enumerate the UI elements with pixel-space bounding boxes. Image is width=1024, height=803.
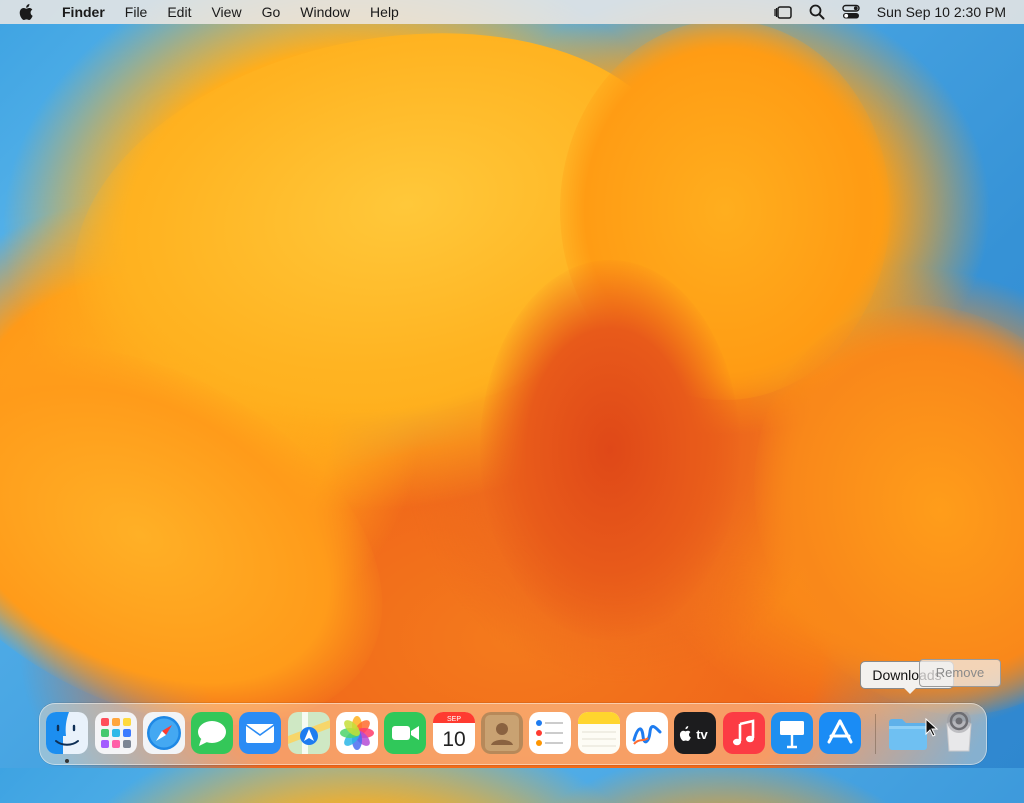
dock-app-facetime[interactable]	[384, 712, 426, 754]
appletv-icon: tv	[674, 712, 716, 754]
mail-icon	[239, 712, 281, 754]
dock-app-appstore[interactable]	[819, 712, 861, 754]
spotlight-search-icon[interactable]	[807, 3, 827, 21]
apple-menu-icon[interactable]	[18, 3, 36, 21]
dock-app-notes[interactable]	[578, 712, 620, 754]
dock-app-safari[interactable]	[143, 712, 185, 754]
wallpaper-petal	[480, 260, 740, 640]
calendar-month: SEP	[447, 716, 461, 723]
dock-app-reminders[interactable]	[529, 712, 571, 754]
menu-view[interactable]: View	[201, 0, 251, 24]
dock-app-launchpad[interactable]	[95, 712, 137, 754]
maps-icon	[288, 712, 330, 754]
freeform-icon	[626, 712, 668, 754]
finder-running-indicator	[65, 759, 69, 763]
dock-app-freeform[interactable]	[626, 712, 668, 754]
dock-app-calendar[interactable]: SEP 10	[433, 712, 475, 754]
remove-from-dock-button[interactable]: Remove	[919, 659, 1001, 687]
wallpaper-petal	[560, 20, 890, 400]
dock-app-finder[interactable]	[46, 712, 88, 754]
calendar-icon: SEP 10	[433, 712, 475, 754]
dock-trash[interactable]	[938, 712, 980, 754]
menu-app-name[interactable]: Finder	[52, 0, 115, 24]
menu-go[interactable]: Go	[252, 0, 291, 24]
appstore-icon	[819, 712, 861, 754]
trash-icon	[946, 712, 972, 752]
dock-app-tv[interactable]: tv	[674, 712, 716, 754]
mouse-cursor-icon	[925, 718, 939, 737]
dock-app-photos[interactable]	[336, 712, 378, 754]
finder-icon	[46, 712, 88, 754]
wallpaper-petal	[688, 243, 1024, 777]
dock-app-contacts[interactable]	[481, 712, 523, 754]
reminders-icon	[529, 712, 571, 754]
music-icon	[723, 712, 765, 754]
stage-manager-icon[interactable]	[773, 3, 793, 21]
menu-window[interactable]: Window	[290, 0, 360, 24]
dock-app-keynote[interactable]	[771, 712, 813, 754]
launchpad-icon	[95, 712, 137, 754]
menu-edit[interactable]: Edit	[157, 0, 201, 24]
dock-app-maps[interactable]	[288, 712, 330, 754]
calendar-day: 10	[442, 728, 465, 751]
downloads-folder-icon	[889, 719, 927, 750]
menu-help[interactable]: Help	[360, 0, 409, 24]
dock-app-messages[interactable]	[191, 712, 233, 754]
control-center-icon[interactable]	[841, 3, 861, 21]
menu-file[interactable]: File	[115, 0, 158, 24]
dock-app-mail[interactable]	[239, 712, 281, 754]
wallpaper-petal	[37, 0, 723, 481]
dock-downloads-folder[interactable]	[887, 712, 929, 754]
contacts-icon	[481, 712, 523, 754]
dock-separator	[875, 714, 876, 754]
keynote-icon	[771, 712, 813, 754]
safari-icon	[143, 712, 185, 754]
facetime-icon	[384, 712, 426, 754]
menubar-clock[interactable]: Sun Sep 10 2:30 PM	[877, 4, 1006, 20]
dock: SEP 10 tv	[39, 703, 987, 765]
dock-app-music[interactable]	[723, 712, 765, 754]
tooltip-arrow	[903, 687, 917, 694]
tv-label: tv	[696, 727, 708, 742]
photos-icon	[336, 712, 378, 754]
messages-icon	[191, 712, 233, 754]
menu-bar: Finder File Edit View Go Window Help Sun…	[0, 0, 1024, 24]
notes-icon	[578, 712, 620, 754]
